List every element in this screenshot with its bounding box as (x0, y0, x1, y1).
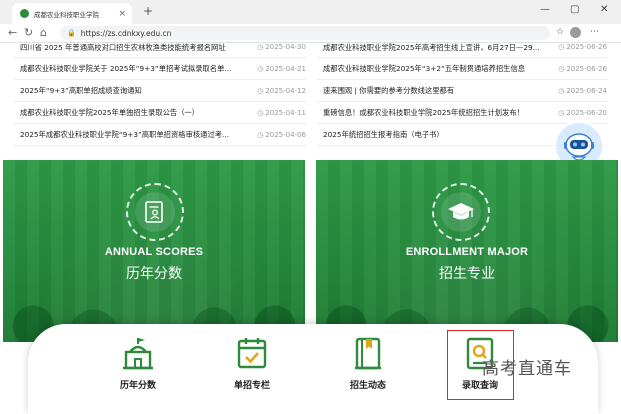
refresh-icon[interactable]: ↻ (24, 26, 33, 39)
news-date: ◷ 2025-04-21 (257, 64, 306, 73)
calendar-check-icon (237, 338, 267, 369)
clock-icon: ◷ (558, 86, 565, 95)
enrollment-major-title-en: ENROLLMENT MAJOR (405, 246, 529, 258)
news-item[interactable]: 2025年成都农业科技职业学院“9+3”高职单招资格审核通过考... ◷ 2025… (14, 124, 306, 146)
nav-annual-scores[interactable]: 历年分数 (98, 336, 178, 402)
tab-title: 成都农业科技职业学院 (34, 10, 99, 19)
news-title[interactable]: 成都农业科技职业学院2025年高考招生线上宣讲，6月27日—29... (317, 43, 558, 53)
news-date: ◷ 2025-04-11 (257, 108, 306, 117)
news-title[interactable]: 成都农业科技职业学院2025年单独招生录取公告（一） (14, 108, 257, 118)
new-tab-button[interactable]: + (143, 4, 153, 18)
enrollment-major-banner[interactable]: ENROLLMENT MAJOR 招生专业 (316, 160, 618, 342)
news-item[interactable]: 成都农业科技职业学院2025年高考招生线上宣讲，6月27日—29... ◷ 202… (317, 43, 607, 58)
news-item[interactable]: 速来围观 | 你需要的参考分数线这里都有 ◷ 2025-06-24 (317, 80, 607, 102)
news-title[interactable]: 成都农业科技职业学院关于 2025年“9+3”单招考试拟录取名单... (14, 64, 257, 74)
profile-avatar[interactable] (570, 27, 581, 38)
school-building-icon (123, 338, 153, 370)
book-icon (355, 337, 381, 370)
tab-close-icon[interactable]: × (118, 9, 126, 19)
news-date: ◷ 2025-06-24 (558, 86, 607, 95)
clock-icon: ◷ (257, 108, 264, 117)
enrollment-major-badge (432, 183, 490, 241)
address-bar-row: ← ↻ ⌂ 🔒 https://zs.cdnkxy.edu.cn ☆ ⋯ (0, 24, 621, 43)
nav-label: 单招专栏 (233, 381, 270, 391)
news-item[interactable]: 成都农业科技职业学院2025年单独招生录取公告（一） ◷ 2025-04-11 (14, 102, 306, 124)
clock-icon: ◷ (558, 43, 565, 51)
clock-icon: ◷ (257, 43, 264, 51)
url-text: https://zs.cdnkxy.edu.cn (80, 28, 172, 38)
news-date: ◷ 2025-06-26 (558, 64, 607, 73)
enrollment-major-title-cn: 招生专业 (439, 266, 495, 282)
news-title[interactable]: 2025年“9+3”高职单招成绩查询通知 (14, 86, 257, 96)
lock-icon: 🔒 (67, 29, 76, 37)
annual-scores-title-en: ANNUAL SCORES (104, 246, 204, 258)
news-date: ◷ 2025-04-06 (257, 130, 306, 139)
news-item[interactable]: 成都农业科技职业学院关于 2025年“9+3”单招考试拟录取名单... ◷ 202… (14, 58, 306, 80)
news-title[interactable]: 四川省 2025 年普通高校对口招生农林牧渔类技能统考报名网址 (14, 43, 257, 53)
clock-icon: ◷ (257, 64, 264, 73)
news-item[interactable]: 成都农业科技职业学院2025年“3+2”五年制贯通培养招生信息 ◷ 2025-06… (317, 58, 607, 80)
news-item[interactable]: 重磅信息！成都农业科技职业学院2025年统招招生计划发布！ ◷ 2025-06-2… (317, 102, 607, 124)
clock-icon: ◷ (257, 86, 264, 95)
site-favicon-icon (20, 9, 29, 18)
clock-icon: ◷ (558, 108, 565, 117)
news-item[interactable]: 四川省 2025 年普通高校对口招生农林牧渔类技能统考报名网址 ◷ 2025-04… (14, 43, 306, 58)
more-menu-icon[interactable]: ⋯ (590, 27, 599, 37)
nav-single-enrollment[interactable]: 单招专栏 (212, 336, 292, 402)
browser-tab[interactable]: 成都农业科技职业学院 × (12, 3, 132, 24)
minimize-button[interactable]: — (540, 4, 550, 15)
browser-tab-bar: 成都农业科技职业学院 × + — ▢ ✕ (0, 0, 621, 24)
graduation-cap-icon (448, 203, 474, 220)
annual-scores-badge (126, 183, 184, 241)
news-item[interactable]: 2025年“9+3”高职单招成绩查询通知 ◷ 2025-04-12 (14, 80, 306, 102)
news-date: ◷ 2025-06-26 (558, 43, 607, 51)
home-icon[interactable]: ⌂ (40, 26, 47, 39)
maximize-button[interactable]: ▢ (570, 4, 579, 15)
clock-icon: ◷ (257, 130, 264, 139)
news-title[interactable]: 成都农业科技职业学院2025年“3+2”五年制贯通培养招生信息 (317, 64, 558, 74)
clock-icon: ◷ (558, 64, 565, 73)
news-date: ◷ 2025-04-12 (257, 86, 306, 95)
annual-scores-banner[interactable]: ANNUAL SCORES 历年分数 (3, 160, 305, 342)
window-close-button[interactable]: ✕ (600, 4, 608, 15)
nav-enrollment-news[interactable]: 招生动态 (328, 336, 408, 402)
watermark-text: 高考直通车 (482, 359, 572, 379)
url-input[interactable]: 🔒 https://zs.cdnkxy.edu.cn (60, 26, 550, 40)
news-title[interactable]: 重磅信息！成都农业科技职业学院2025年统招招生计划发布！ (317, 108, 558, 118)
news-date: ◷ 2025-04-30 (257, 43, 306, 51)
news-date: ◷ 2025-06-20 (558, 108, 607, 117)
favorite-star-icon[interactable]: ☆ (556, 27, 564, 37)
document-user-icon (145, 201, 163, 223)
nav-label: 招生动态 (349, 381, 386, 391)
news-list-left: 四川省 2025 年普通高校对口招生农林牧渔类技能统考报名网址 ◷ 2025-04… (14, 43, 306, 146)
nav-label: 历年分数 (119, 381, 156, 391)
news-title[interactable]: 2025年成都农业科技职业学院“9+3”高职单招资格审核通过考... (14, 130, 257, 140)
back-arrow-icon[interactable]: ← (8, 26, 17, 39)
annual-scores-title-cn: 历年分数 (126, 266, 182, 282)
news-title[interactable]: 速来围观 | 你需要的参考分数线这里都有 (317, 86, 558, 96)
